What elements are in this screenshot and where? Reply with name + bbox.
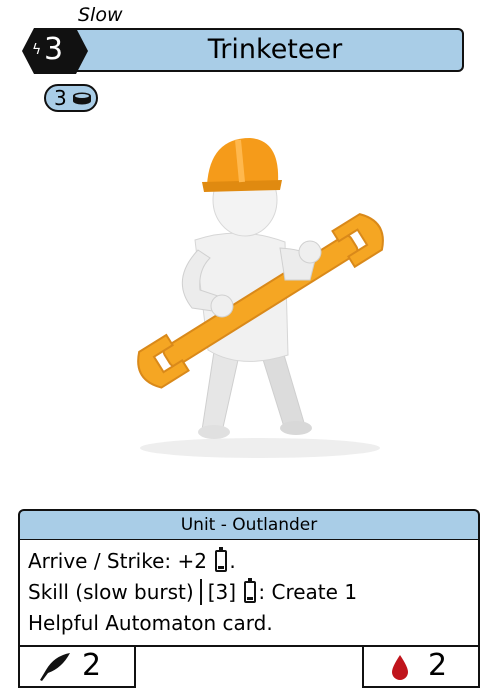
rules-text-box: Arrive / Strike: +2 . Skill (slow burst)… <box>18 539 480 647</box>
power-value: 2 <box>82 648 102 683</box>
health-value: 2 <box>428 648 448 683</box>
speed-label: Slow <box>78 4 123 26</box>
card-name: Trinketeer <box>207 34 343 65</box>
bolt-icon: ϟ <box>32 42 42 58</box>
battery-icon <box>244 578 257 603</box>
card-artwork <box>137 138 384 458</box>
rules-line-1: Arrive / Strike: +2 . <box>28 546 470 577</box>
feather-quill-icon <box>40 653 70 681</box>
rules-line-1-end: . <box>229 549 236 573</box>
type-line: Unit - Outlander <box>18 509 480 539</box>
coin-stack-icon <box>73 92 91 105</box>
cost-value: 3 <box>44 32 64 67</box>
health-box <box>362 646 480 688</box>
resource-value: 3 <box>54 86 67 110</box>
separator-bar <box>199 579 202 605</box>
rules-line-2-text: Skill (slow burst) <box>28 580 194 604</box>
rules-line-2: Skill (slow burst) [3] : Create 1 <box>28 577 470 608</box>
rules-line-2-effect: : Create 1 <box>258 580 358 604</box>
resource-badge: 3 <box>44 84 98 112</box>
rules-line-3: Helpful Automaton card. <box>28 611 273 635</box>
rules-line-1-text: Arrive / Strike: +2 <box>28 549 207 573</box>
battery-icon <box>215 547 228 572</box>
rules-line-2-cost: [3] <box>207 580 237 604</box>
blood-drop-icon <box>392 655 408 680</box>
